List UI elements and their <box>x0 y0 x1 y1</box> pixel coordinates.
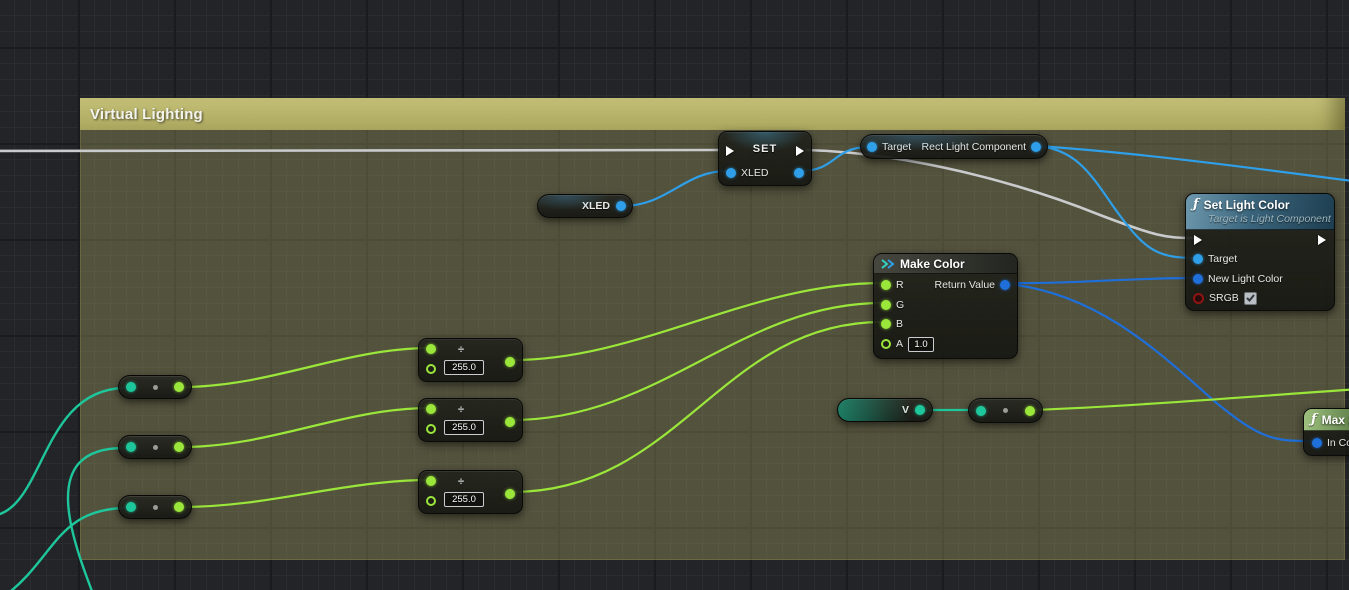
dividend-pin[interactable] <box>426 476 436 486</box>
a-label: A <box>896 338 903 350</box>
float-output-pin[interactable] <box>174 442 184 452</box>
r-pin[interactable] <box>881 280 891 290</box>
float-output-pin[interactable] <box>174 502 184 512</box>
blueprint-graph-canvas[interactable]: Virtual Lighting SET <box>0 0 1349 590</box>
a-pin[interactable] <box>881 339 891 349</box>
srgb-pin[interactable] <box>1193 293 1204 304</box>
comment-header[interactable]: Virtual Lighting <box>80 98 1345 130</box>
g-label: G <box>896 299 904 311</box>
conversion-dot-icon <box>1003 408 1008 413</box>
srgb-label: SRGB <box>1209 292 1239 304</box>
set-light-color-node[interactable]: ƒ Set Light Color Target is Light Compon… <box>1185 193 1335 311</box>
xled-pill-sheen <box>538 195 632 217</box>
conversion-dot-icon <box>153 445 158 450</box>
new-light-color-pin[interactable] <box>1193 274 1203 284</box>
comment-box-virtual-lighting: Virtual Lighting <box>80 98 1345 560</box>
divisor-pin[interactable] <box>426 364 436 374</box>
byte-input-pin[interactable] <box>126 502 136 512</box>
xled-input-pin[interactable] <box>726 168 736 178</box>
result-pin[interactable] <box>505 357 515 367</box>
divisor-pin[interactable] <box>426 496 436 506</box>
exec-in-pin[interactable] <box>1194 235 1202 245</box>
make-color-header: Make Color <box>874 254 1017 274</box>
xled-input-label: XLED <box>741 167 768 179</box>
set-light-color-title: Set Light Color <box>1204 198 1290 212</box>
exec-out-pin[interactable] <box>796 146 804 156</box>
set-light-color-subtitle: Target is Light Component <box>1208 213 1331 225</box>
result-pin[interactable] <box>505 417 515 427</box>
byte-to-float-conversion-node-4[interactable] <box>968 398 1043 423</box>
dividend-pin[interactable] <box>426 344 436 354</box>
float-output-pin[interactable] <box>1025 406 1035 416</box>
set-xled-node[interactable]: SET XLED <box>718 131 812 186</box>
comment-body <box>80 130 1345 560</box>
divisor-value-input[interactable]: 255.0 <box>444 420 484 435</box>
make-color-title: Make Color <box>900 257 965 271</box>
divide-node-2[interactable]: ÷ 255.0 <box>418 398 523 442</box>
b-label: B <box>896 318 903 330</box>
xled-variable-node[interactable]: XLED <box>537 194 633 218</box>
conversion-dot-icon <box>153 385 158 390</box>
make-struct-icon <box>881 259 895 269</box>
r-label: R <box>896 279 904 291</box>
max-node-title: Max ( <box>1322 413 1349 427</box>
divisor-value-input[interactable]: 255.0 <box>444 360 484 375</box>
byte-to-float-conversion-node-2[interactable] <box>118 435 192 459</box>
v-variable-node[interactable]: V <box>837 398 933 422</box>
target-label: Target <box>1208 253 1237 265</box>
max-node[interactable]: ƒ Max ( In Col <box>1303 408 1349 456</box>
dividend-pin[interactable] <box>426 404 436 414</box>
divide-icon: ÷ <box>458 477 464 487</box>
max-node-header: ƒ Max ( <box>1304 409 1349 431</box>
srgb-checkbox[interactable] <box>1244 292 1257 305</box>
byte-to-float-conversion-node-3[interactable] <box>118 495 192 519</box>
divide-icon: ÷ <box>458 345 464 355</box>
xled-value-output-pin[interactable] <box>794 168 804 178</box>
divisor-value-input[interactable]: 255.0 <box>444 492 484 507</box>
function-icon: ƒ <box>1311 413 1317 426</box>
byte-to-float-conversion-node-1[interactable] <box>118 375 192 399</box>
new-light-color-label: New Light Color <box>1208 273 1283 285</box>
divisor-pin[interactable] <box>426 424 436 434</box>
target-pin[interactable] <box>1193 254 1203 264</box>
divide-icon: ÷ <box>458 405 464 415</box>
byte-input-pin[interactable] <box>126 382 136 392</box>
divide-node-3[interactable]: ÷ 255.0 <box>418 470 523 514</box>
result-pin[interactable] <box>505 489 515 499</box>
return-value-label: Return Value <box>934 279 995 291</box>
in-color-pin[interactable] <box>1312 438 1322 448</box>
exec-out-pin[interactable] <box>1318 235 1326 245</box>
v-pill-sheen <box>838 399 932 421</box>
make-color-node[interactable]: Make Color R Return Value G B A 1.0 <box>873 253 1018 359</box>
conversion-dot-icon <box>153 505 158 510</box>
divide-node-1[interactable]: ÷ 255.0 <box>418 338 523 382</box>
comment-title: Virtual Lighting <box>90 106 203 123</box>
rect-light-pill-sheen <box>861 135 1047 158</box>
rect-light-component-node[interactable]: Target Rect Light Component <box>860 134 1048 159</box>
a-value-input[interactable]: 1.0 <box>908 337 934 352</box>
byte-input-pin[interactable] <box>976 406 986 416</box>
return-value-pin[interactable] <box>1000 280 1010 290</box>
in-color-label: In Col <box>1327 437 1349 449</box>
g-pin[interactable] <box>881 300 891 310</box>
b-pin[interactable] <box>881 319 891 329</box>
float-output-pin[interactable] <box>174 382 184 392</box>
byte-input-pin[interactable] <box>126 442 136 452</box>
checkmark-icon <box>1246 294 1255 302</box>
function-icon: ƒ <box>1193 198 1199 211</box>
